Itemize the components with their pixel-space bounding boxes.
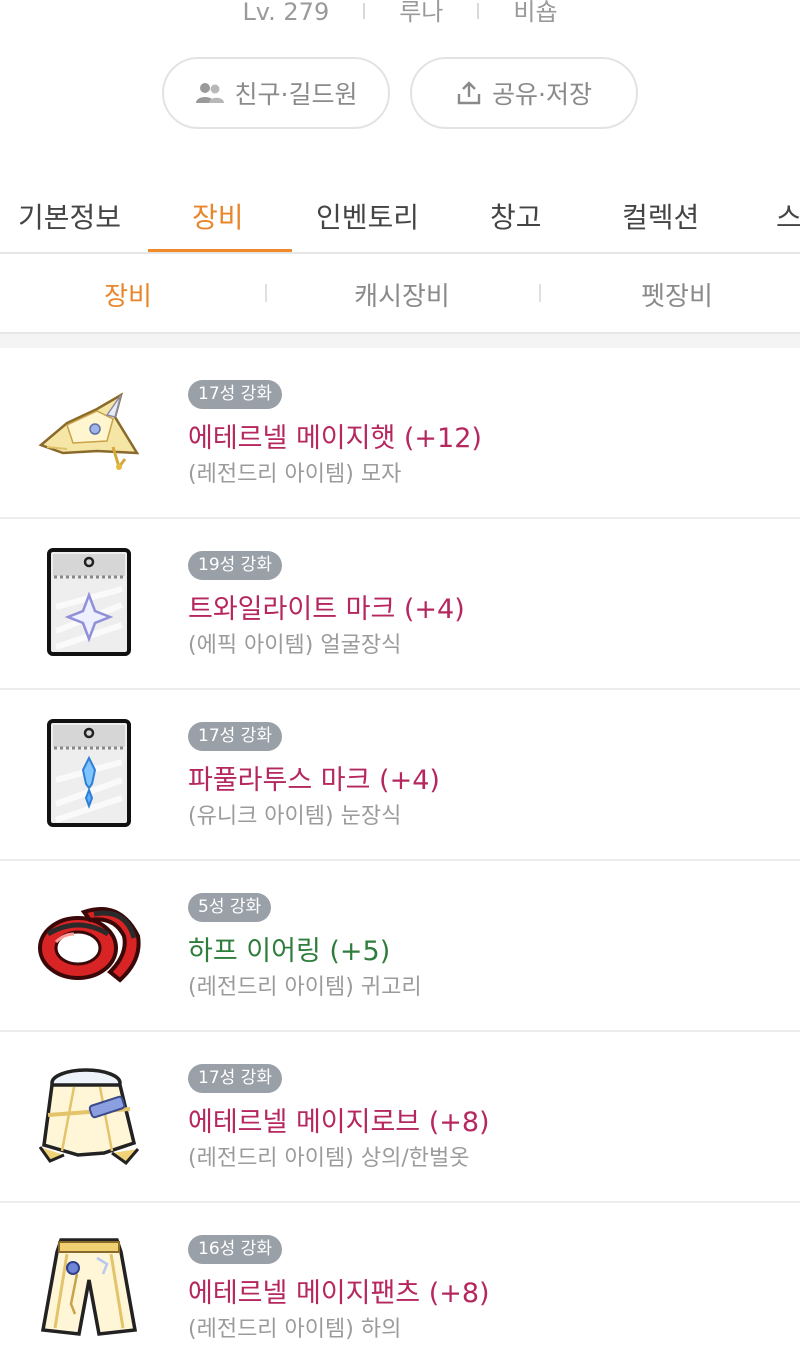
earring-icon [34, 889, 144, 999]
world-text: 루나 [399, 0, 444, 26]
starforce-badge: 16성 강화 [188, 1235, 282, 1264]
subtab-cash-equipment[interactable]: 캐시장비 [354, 276, 450, 313]
profile-meta: Lv. 279 루나 비숍 [0, 0, 800, 30]
item-grade-type: (레전드리 아이템) 상의/한벌옷 [188, 1146, 470, 1171]
mage-pants-icon [34, 1231, 144, 1341]
tab-collection[interactable]: 컬렉션 [622, 196, 699, 236]
action-buttons: 친구·길드원 공유·저장 [0, 57, 800, 129]
list-item[interactable]: 5성 강화 하프 이어링 (+5) (레전드리 아이템) 귀고리 [0, 861, 800, 1032]
item-grade-type: (에픽 아이템) 얼굴장식 [188, 633, 402, 658]
starforce-badge: 17성 강화 [188, 380, 282, 409]
starforce-badge: 19성 강화 [188, 551, 282, 580]
share-icon [456, 80, 482, 106]
job-text: 비숍 [513, 0, 558, 26]
active-tab-indicator [148, 249, 292, 252]
item-name: 파풀라투스 마크 (+4) [188, 765, 440, 796]
subtab-pet-equipment[interactable]: 펫장비 [641, 276, 713, 313]
subtab-equipment[interactable]: 장비 [104, 276, 152, 313]
item-grade-type: (유니크 아이템) 눈장식 [188, 804, 402, 829]
tab-equipment[interactable]: 장비 [192, 196, 244, 236]
sub-tabs: 장비 캐시장비 펫장비 [0, 256, 800, 334]
list-item[interactable]: 17성 강화 에테르넬 메이지햇 (+12) (레전드리 아이템) 모자 [0, 348, 800, 519]
starforce-badge: 17성 강화 [188, 1064, 282, 1093]
starforce-badge: 5성 강화 [188, 893, 272, 922]
share-save-label: 공유·저장 [492, 80, 592, 109]
mage-hat-icon [34, 376, 144, 486]
list-item[interactable]: 17성 강화 파풀라투스 마크 (+4) (유니크 아이템) 눈장식 [0, 690, 800, 861]
main-tabs: 기본정보 장비 인벤토리 창고 컬렉션 스 [0, 176, 800, 254]
tab-more[interactable]: 스 [776, 196, 800, 236]
level-text: Lv. 279 [242, 0, 330, 26]
tab-inventory[interactable]: 인벤토리 [316, 196, 419, 236]
twilight-mark-icon [34, 547, 144, 657]
item-grade-type: (레전드리 아이템) 모자 [188, 462, 402, 487]
friends-guild-button[interactable]: 친구·길드원 [162, 57, 390, 129]
section-gap [0, 334, 800, 348]
share-save-button[interactable]: 공유·저장 [410, 57, 638, 129]
list-item[interactable]: 19성 강화 트와일라이트 마크 (+4) (에픽 아이템) 얼굴장식 [0, 519, 800, 690]
friends-guild-label: 친구·길드원 [234, 80, 358, 109]
item-name: 에테르넬 메이지햇 (+12) [188, 423, 482, 454]
mage-robe-icon [34, 1060, 144, 1170]
item-name: 트와일라이트 마크 (+4) [188, 594, 465, 625]
item-grade-type: (레전드리 아이템) 하의 [188, 1317, 402, 1342]
equipment-list: 17성 강화 에테르넬 메이지햇 (+12) (레전드리 아이템) 모자 19성… [0, 348, 800, 1368]
tab-basic-info[interactable]: 기본정보 [18, 196, 121, 236]
divider [539, 284, 541, 302]
item-grade-type: (레전드리 아이템) 귀고리 [188, 975, 422, 1000]
starforce-badge: 17성 강화 [188, 722, 282, 751]
tab-storage[interactable]: 창고 [490, 196, 542, 236]
list-item[interactable]: 16성 강화 에테르넬 메이지팬츠 (+8) (레전드리 아이템) 하의 [0, 1203, 800, 1368]
item-name: 에테르넬 메이지팬츠 (+8) [188, 1278, 490, 1309]
list-item[interactable]: 17성 강화 에테르넬 메이지로브 (+8) (레전드리 아이템) 상의/한벌옷 [0, 1032, 800, 1203]
papulatus-mark-icon [34, 718, 144, 828]
divider [265, 284, 267, 302]
item-name: 에테르넬 메이지로브 (+8) [188, 1107, 490, 1138]
friends-icon [195, 81, 225, 105]
item-name: 하프 이어링 (+5) [188, 936, 391, 967]
